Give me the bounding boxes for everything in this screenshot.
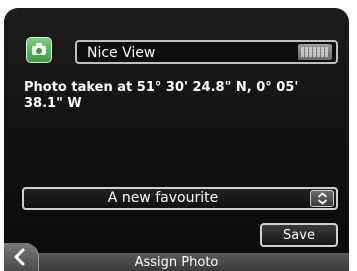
favourite-select-value: A new favourite <box>107 190 219 206</box>
favourite-select[interactable]: A new favourite <box>22 187 338 210</box>
back-button[interactable] <box>4 243 39 271</box>
bottom-bar: Assign Photo <box>4 253 349 271</box>
chevron-left-icon <box>14 248 25 266</box>
photo-location-info: Photo taken at 51° 30' 24.8" N, 0° 05' 3… <box>24 80 299 111</box>
page-title: Assign Photo <box>134 255 219 270</box>
camera-icon-lens <box>36 48 42 54</box>
up-down-arrows-icon[interactable] <box>310 190 334 207</box>
location-name-field[interactable]: Nice View <box>75 40 338 64</box>
save-button[interactable]: Save <box>260 223 338 247</box>
keyboard-icon[interactable] <box>298 44 332 60</box>
camera-icon[interactable] <box>26 37 52 63</box>
up-down-arrows-glyph <box>317 192 328 205</box>
screen: Nice View Photo taken at 51° 30' 24.8" N… <box>4 8 349 271</box>
keyboard-icon-keys <box>301 47 329 57</box>
location-name-value: Nice View <box>87 45 156 61</box>
